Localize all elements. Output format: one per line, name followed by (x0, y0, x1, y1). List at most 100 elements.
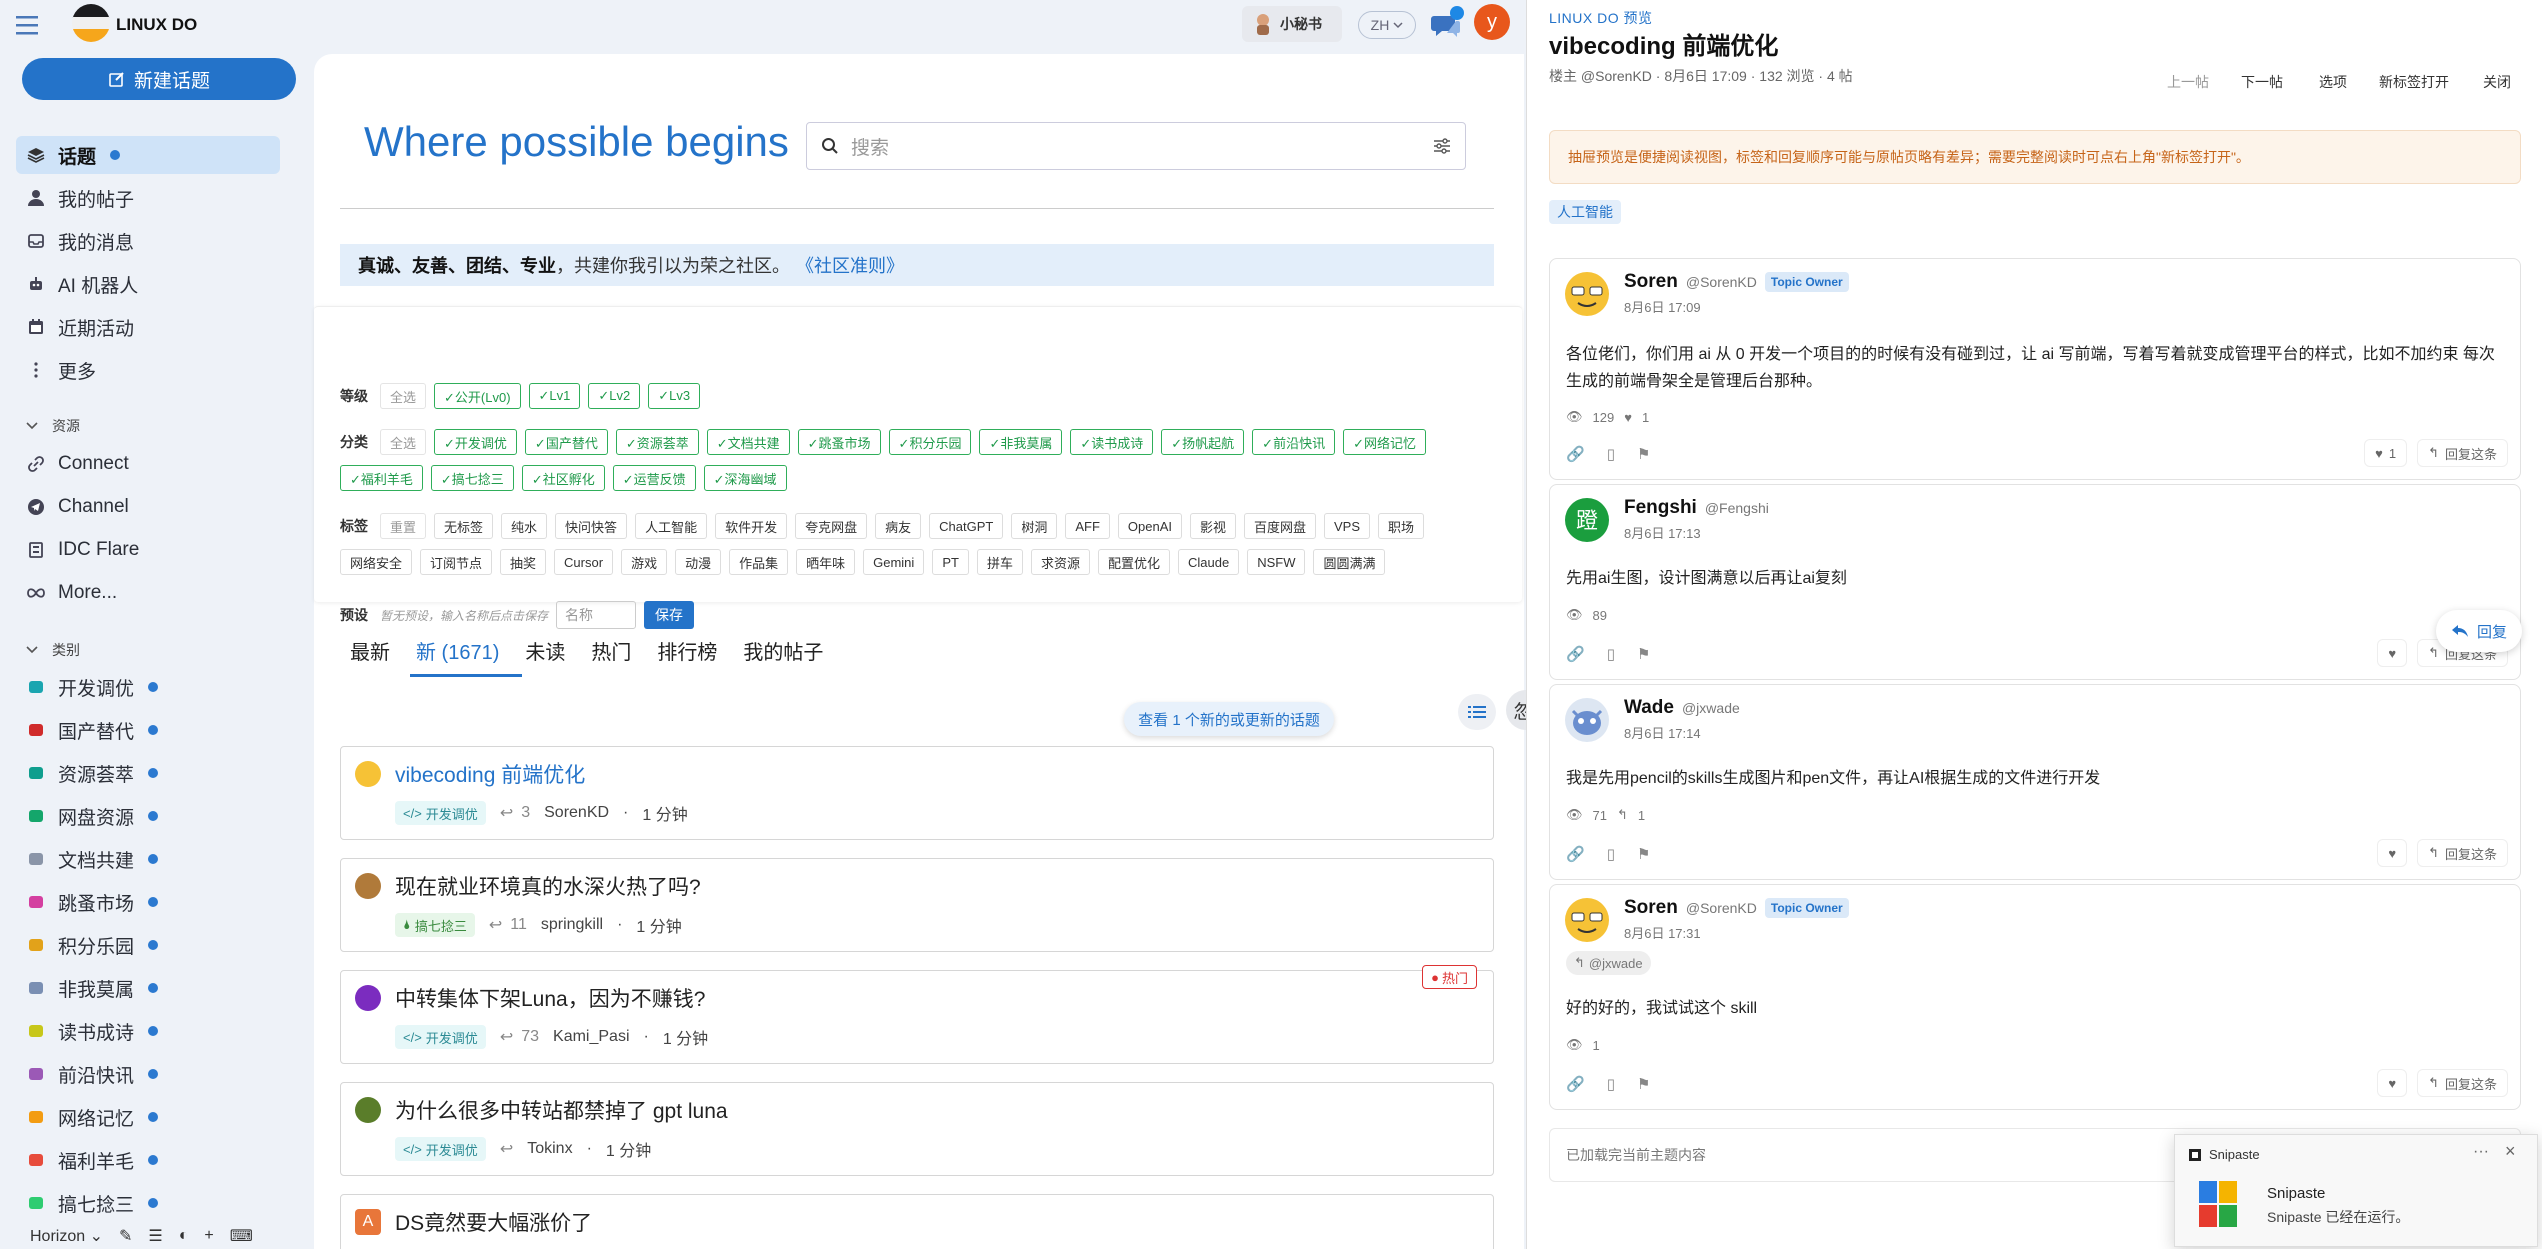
nav-tab[interactable]: 我的帖子 (743, 636, 823, 665)
sidebar-item-topics[interactable]: 话题 (16, 136, 280, 174)
tag-chip[interactable]: 纯水 (501, 513, 548, 539)
category-chip[interactable]: ✓开发调优 (434, 429, 517, 455)
topic-avatar[interactable] (355, 873, 381, 899)
topic-title[interactable]: 现在就业环境真的水深火热了吗? (395, 871, 701, 901)
category-chip[interactable]: ✓搞七捻三 (430, 465, 514, 491)
topic-title[interactable]: 中转集体下架Luna，因为不赚钱? (395, 983, 705, 1013)
sidebar-item-connect[interactable]: Connect (16, 445, 280, 483)
flag-icon[interactable]: ⚑ (1637, 845, 1650, 863)
category-chip[interactable]: ✓文档共建 (706, 429, 790, 455)
site-logo[interactable] (72, 4, 110, 42)
contrast-icon[interactable]: ◐ (179, 1227, 189, 1245)
reply-to-badge[interactable]: ↰ @jxwade (1566, 951, 1651, 975)
sidebar-category-item[interactable]: 开发调优 (16, 668, 280, 706)
category-chip[interactable]: ✓深海幽域 (703, 465, 787, 491)
toast-close-icon[interactable]: × (2505, 1141, 2516, 1162)
category-chip[interactable]: ✓国产替代 (524, 429, 608, 455)
post-avatar[interactable] (1564, 271, 1610, 317)
tag-chip[interactable]: 晒年味 (796, 549, 856, 575)
category-chip[interactable]: ✓积分乐园 (888, 429, 972, 455)
sidebar-category-item[interactable]: 网盘资源 (16, 797, 280, 835)
bookmark-icon[interactable]: ▯ (1607, 845, 1615, 863)
topic-author[interactable]: Kami_Pasi (553, 1028, 629, 1046)
topic-row[interactable]: 为什么很多中转站都禁掉了 gpt luna </> 开发调优 ↩ Tokinx · 1 分钟 (340, 1082, 1494, 1176)
resources-section-header[interactable]: 资源 (26, 416, 80, 436)
tag-chip[interactable]: VPS (1324, 513, 1371, 539)
user-avatar[interactable]: y (1474, 4, 1510, 40)
level-chip[interactable]: ✓Lv3 (648, 383, 701, 409)
link-icon[interactable]: 🔗 (1566, 845, 1585, 863)
flag-icon[interactable]: ⚑ (1637, 645, 1650, 663)
sidebar-item-activity[interactable]: 近期活动 (16, 308, 280, 346)
tag-chip[interactable]: 游戏 (621, 549, 668, 575)
link-icon[interactable]: 🔗 (1566, 645, 1585, 663)
tag-chip[interactable]: 夸克网盘 (795, 513, 868, 539)
tag-chip[interactable]: OpenAI (1117, 513, 1182, 539)
tag-chip[interactable]: AFF (1065, 513, 1110, 539)
post-author[interactable]: Fengshi @Fengshi (1624, 497, 1769, 519)
filter-sliders-icon[interactable] (1433, 138, 1451, 154)
tag-chip[interactable]: 职场 (1378, 513, 1425, 539)
tag-chip[interactable]: 软件开发 (715, 513, 788, 539)
post-avatar[interactable]: 蹬 (1564, 497, 1610, 543)
sidebar-category-item[interactable]: 搞七捻三 (16, 1184, 280, 1222)
post-author[interactable]: Soren @SorenKD Topic Owner (1624, 271, 1849, 293)
show-new-topics-button[interactable]: 查看 1 个新的或更新的话题 (1124, 702, 1334, 736)
theme-selector[interactable]: Horizon ⌄ (30, 1226, 103, 1246)
tag-chip[interactable]: 动漫 (675, 549, 722, 575)
like-button[interactable]: ♥ (2377, 1069, 2408, 1097)
category-chip[interactable]: ✓跳蚤市场 (797, 429, 881, 455)
sidebar-category-item[interactable]: 前沿快讯 (16, 1055, 280, 1093)
topic-category-badge[interactable]: </> 开发调优 (395, 1025, 486, 1049)
post-author[interactable]: Wade @jxwade (1624, 697, 1740, 719)
search-input[interactable]: 搜索 (806, 122, 1466, 170)
nav-tab[interactable]: 排行榜 (657, 636, 717, 665)
categories-section-header[interactable]: 类别 (26, 640, 80, 660)
bookmark-icon[interactable]: ▯ (1607, 645, 1615, 663)
category-chip[interactable]: ✓非我莫属 (979, 429, 1063, 455)
bookmark-icon[interactable]: ▯ (1607, 445, 1615, 463)
options-button[interactable]: 选项 (2309, 68, 2357, 96)
topic-avatar[interactable] (355, 1097, 381, 1123)
tag-chip[interactable]: 人工智能 (635, 513, 708, 539)
reply-post-button[interactable]: ↰ 回复这条 (2417, 1069, 2508, 1097)
like-button[interactable]: ♥ (2377, 839, 2408, 867)
like-button[interactable]: ♥ (2377, 639, 2408, 667)
category-chip[interactable]: ✓网络记忆 (1343, 429, 1426, 455)
save-preset-button[interactable]: 保存 (644, 601, 695, 629)
sidebar-item-idc-flare[interactable]: IDC Flare (16, 531, 280, 569)
link-icon[interactable]: 🔗 (1566, 1075, 1585, 1093)
topic-author[interactable]: springkill (541, 916, 603, 934)
tag-chip[interactable]: 病友 (875, 513, 922, 539)
tag-chip[interactable]: NSFW (1247, 549, 1306, 575)
tag-chip[interactable]: 求资源 (1030, 549, 1090, 575)
category-chip[interactable]: ✓读书成诗 (1070, 429, 1154, 455)
post-author[interactable]: Soren @SorenKD Topic Owner (1624, 897, 1849, 919)
tag-chip[interactable]: Gemini (863, 549, 925, 575)
topic-author[interactable]: SorenKD (544, 804, 609, 822)
sidebar-category-item[interactable]: 文档共建 (16, 840, 280, 878)
sidebar-item-more-resources[interactable]: More... (16, 574, 280, 612)
prev-topic-button[interactable]: 上一帖 (2157, 68, 2219, 96)
category-chip[interactable]: ✓资源荟萃 (615, 429, 699, 455)
toast-more-icon[interactable]: ··· (2473, 1143, 2489, 1161)
topic-avatar[interactable] (355, 761, 381, 787)
sidebar-category-item[interactable]: 福利羊毛 (16, 1141, 280, 1179)
flag-icon[interactable]: ⚑ (1637, 445, 1650, 463)
reply-post-button[interactable]: ↰ 回复这条 (2417, 839, 2508, 867)
tag-chip[interactable]: Claude (1177, 549, 1240, 575)
sidebar-item-more[interactable]: 更多 (16, 351, 280, 389)
level-chip[interactable]: ✓公开(Lv0) (434, 383, 521, 409)
site-name[interactable]: LINUX DO (116, 15, 197, 35)
topic-row[interactable]: A DS竟然要大幅涨价了 (340, 1194, 1494, 1249)
tag-chip[interactable]: 抽奖 (500, 549, 547, 575)
tag-chip[interactable]: 圆圆满满 (1313, 549, 1386, 575)
sidebar-item-channel[interactable]: Channel (16, 488, 280, 526)
category-chip[interactable]: ✓社区孵化 (521, 465, 605, 491)
post-avatar[interactable] (1564, 897, 1610, 943)
tag-chip[interactable]: 树洞 (1011, 513, 1058, 539)
tag-chip[interactable]: 无标签 (434, 513, 494, 539)
category-chip[interactable]: ✓扬帆起航 (1161, 429, 1245, 455)
topic-avatar[interactable] (355, 985, 381, 1011)
assistant-button[interactable]: 小秘书 (1242, 6, 1342, 42)
